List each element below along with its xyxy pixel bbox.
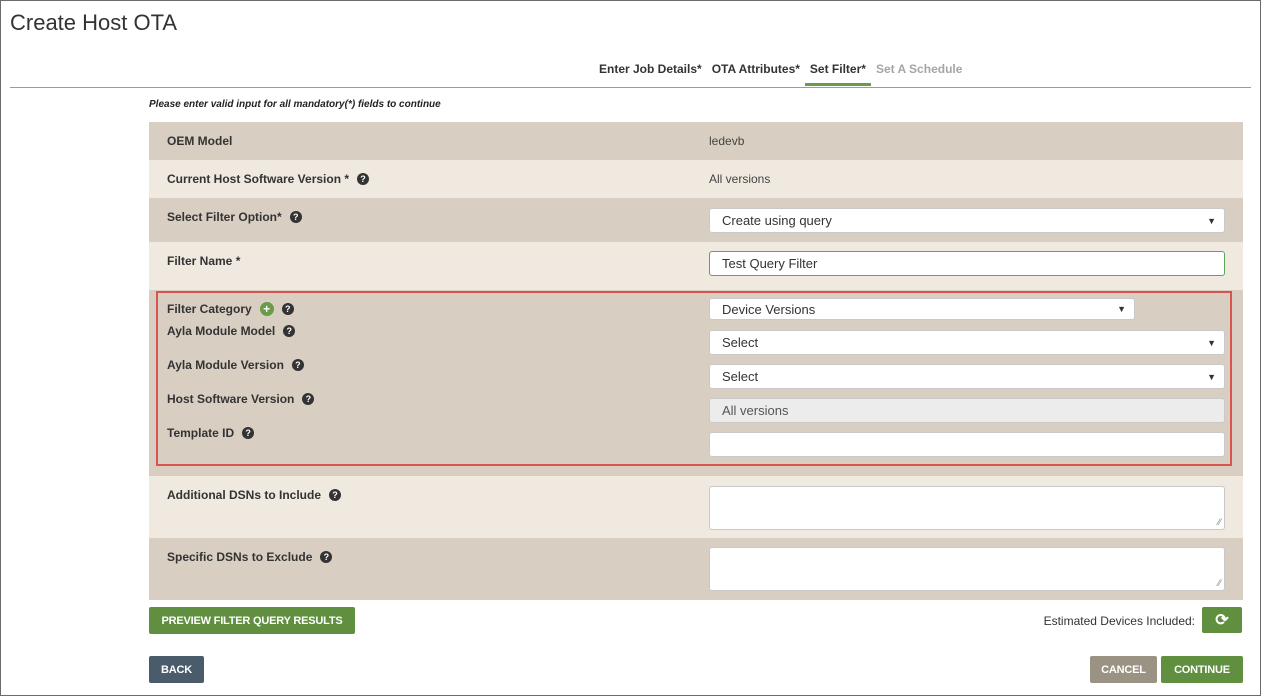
filter-option-label: Select Filter Option* ? — [167, 210, 302, 224]
filter-option-select[interactable]: Create using query ▼ — [709, 208, 1225, 233]
query-highlight-box — [156, 291, 1232, 466]
tabs-divider — [10, 87, 1251, 88]
resize-grip-icon[interactable]: ⁄⁄ — [1218, 517, 1221, 527]
dsn-exclude-label: Specific DSNs to Exclude ? — [167, 550, 333, 564]
question-circle-icon[interactable]: ? — [289, 211, 302, 223]
row-dsn-include: Additional DSNs to Include ? ⁄⁄ — [149, 476, 1243, 538]
current-host-version-label: Current Host Software Version * ? — [167, 172, 370, 186]
filter-name-input[interactable]: Test Query Filter — [709, 251, 1225, 276]
row-dsn-exclude: Specific DSNs to Exclude ? ⁄⁄ — [149, 538, 1243, 600]
current-host-version-value: All versions — [709, 172, 771, 186]
row-filter-name: Filter Name * Test Query Filter — [149, 242, 1243, 286]
row-current-host-version: Current Host Software Version * ? All ve… — [149, 160, 1243, 198]
preview-filter-button[interactable]: PREVIEW FILTER QUERY RESULTS — [149, 607, 355, 634]
mandatory-notice: Please enter valid input for all mandato… — [149, 99, 441, 110]
oem-model-label: OEM Model — [167, 134, 233, 148]
tab-ota-attributes[interactable]: OTA Attributes* — [707, 62, 805, 86]
oem-model-value: ledevb — [709, 134, 745, 148]
question-circle-icon[interactable]: ? — [357, 173, 370, 185]
tab-enter-job-details[interactable]: Enter Job Details* — [594, 62, 707, 86]
back-button[interactable]: BACK — [149, 656, 204, 683]
dsn-exclude-textarea[interactable]: ⁄⁄ — [709, 547, 1225, 591]
continue-button[interactable]: CONTINUE — [1161, 656, 1243, 683]
caret-down-icon: ▼ — [1207, 215, 1216, 226]
row-filter-option: Select Filter Option* ? Create using que… — [149, 198, 1243, 242]
question-circle-icon[interactable]: ? — [320, 551, 333, 563]
wizard-tabs: Enter Job Details* OTA Attributes* Set F… — [594, 62, 967, 86]
page-title: Create Host OTA — [10, 10, 178, 35]
resize-grip-icon[interactable]: ⁄⁄ — [1218, 578, 1221, 588]
filter-option-selected: Create using query — [722, 213, 832, 228]
row-oem-model: OEM Model ledevb — [149, 122, 1243, 160]
filter-name-value: Test Query Filter — [722, 256, 818, 271]
refresh-button[interactable]: ⟳ — [1202, 607, 1242, 633]
estimated-devices-label: Estimated Devices Included: — [1043, 614, 1195, 628]
filter-name-label: Filter Name * — [167, 254, 241, 268]
tab-set-a-schedule: Set A Schedule — [875, 62, 963, 76]
tab-set-filter[interactable]: Set Filter* — [804, 62, 871, 86]
dsn-include-textarea[interactable]: ⁄⁄ — [709, 486, 1225, 530]
refresh-icon: ⟳ — [1215, 612, 1229, 629]
cancel-button[interactable]: CANCEL — [1090, 656, 1157, 683]
question-circle-icon[interactable]: ? — [329, 489, 342, 501]
dsn-include-label: Additional DSNs to Include ? — [167, 488, 342, 502]
